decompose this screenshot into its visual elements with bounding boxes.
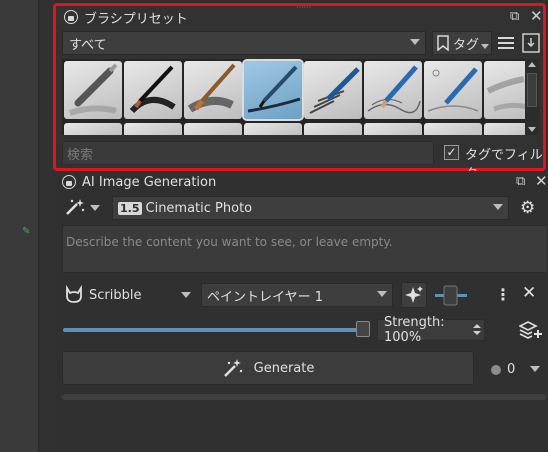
close-icon[interactable]: ✕ xyxy=(535,172,548,190)
queue-indicator[interactable]: 0 xyxy=(491,362,515,377)
remove-control-icon[interactable]: ✕ xyxy=(522,283,536,303)
scroll-thumb[interactable] xyxy=(527,73,537,107)
lock-icon[interactable] xyxy=(64,10,78,24)
strength-value: Strength: 100% xyxy=(384,315,445,345)
scroll-down-icon[interactable] xyxy=(528,127,536,132)
model-version-badge: 1.5 xyxy=(118,201,142,215)
prompt-input[interactable]: Describe the content you want to see, or… xyxy=(62,225,548,273)
brush-preset-tile[interactable] xyxy=(424,123,482,135)
brush-preset-tile[interactable] xyxy=(304,123,362,135)
bookmark-icon xyxy=(437,35,449,51)
close-icon[interactable]: ✕ xyxy=(530,7,543,25)
prompt-placeholder: Describe the content you want to see, or… xyxy=(66,235,393,249)
chevron-down-icon[interactable] xyxy=(181,292,191,298)
brush-preset-tile[interactable] xyxy=(424,61,482,119)
settings-gear-icon[interactable]: ⚙ xyxy=(520,198,535,218)
brush-preset-tile[interactable] xyxy=(304,61,362,119)
ai-image-generation-panel: AI Image Generation ⧉ ✕ 1.5 Cinematic Ph… xyxy=(55,171,548,452)
brush-preset-tile[interactable] xyxy=(184,61,242,119)
control-strength-icon[interactable] xyxy=(435,283,467,313)
lock-icon[interactable] xyxy=(62,175,76,189)
panel-title: AI Image Generation xyxy=(82,174,217,190)
brush-presets-panel: ······ ブラシプリセット ⧉ ✕ すべて タグ 検索 ✓ タグでフィル xyxy=(53,3,546,182)
control-mode-label[interactable]: Scribble xyxy=(89,288,141,303)
strength-slider-track[interactable] xyxy=(63,328,359,332)
panel-title: ブラシプリセット xyxy=(84,11,188,27)
search-placeholder: 検索 xyxy=(67,147,94,163)
tag-button-label: タグ xyxy=(453,37,480,53)
layer-combo[interactable]: ペイントレイヤー 1 xyxy=(201,283,393,307)
layer-combo-value: ペイントレイヤー 1 xyxy=(207,289,324,305)
canvas-area[interactable]: ✎ xyxy=(0,0,38,452)
brush-preset-tile[interactable] xyxy=(124,61,182,119)
brush-preset-tile-selected[interactable] xyxy=(242,59,304,121)
strength-spinbox[interactable]: Strength: 100% xyxy=(377,315,485,345)
brush-preset-tile[interactable] xyxy=(124,123,182,135)
filter-combo-value: すべて xyxy=(69,37,107,53)
ai-panel-titlebar: AI Image Generation ⧉ ✕ xyxy=(55,171,548,193)
brush-preset-tile[interactable] xyxy=(64,61,122,119)
chevron-down-icon[interactable] xyxy=(90,205,100,211)
scribble-mode-icon xyxy=(64,284,84,309)
menu-icon[interactable] xyxy=(498,36,514,54)
generate-control-button[interactable] xyxy=(401,282,427,308)
brush-preset-tile[interactable] xyxy=(244,123,302,135)
float-icon[interactable]: ⧉ xyxy=(516,174,525,189)
queue-count: 0 xyxy=(507,362,516,377)
chevron-down-icon xyxy=(493,204,503,210)
float-icon[interactable]: ⧉ xyxy=(510,9,519,24)
drag-handle-icon[interactable]: ······ xyxy=(296,3,311,12)
brush-preset-tile[interactable] xyxy=(364,61,422,119)
filter-combo[interactable]: すべて xyxy=(62,31,426,55)
chevron-down-icon[interactable] xyxy=(530,366,540,372)
spin-arrows-icon[interactable] xyxy=(473,324,481,335)
style-combo-value: Cinematic Photo xyxy=(145,200,253,216)
chevron-down-icon xyxy=(377,291,387,297)
search-input[interactable]: 検索 xyxy=(62,141,434,165)
sparkle-icon xyxy=(405,286,423,303)
add-layers-icon[interactable] xyxy=(518,319,543,345)
scroll-up-icon[interactable] xyxy=(528,62,536,67)
chevron-down-icon xyxy=(410,39,420,45)
expand-view-icon[interactable] xyxy=(522,33,540,57)
brush-preset-tile[interactable] xyxy=(184,123,242,135)
tag-filter-checkbox[interactable]: ✓ xyxy=(444,145,459,160)
brush-preset-grid[interactable] xyxy=(62,59,532,135)
cursor-mark-icon: ✎ xyxy=(22,226,31,237)
generation-progress-bar xyxy=(62,394,546,400)
generate-button[interactable]: Generate xyxy=(62,351,474,385)
tag-button[interactable]: タグ xyxy=(432,31,492,55)
strength-slider-handle[interactable] xyxy=(356,321,370,337)
chevron-down-icon xyxy=(481,44,489,49)
brush-preset-tile[interactable] xyxy=(364,123,422,135)
magic-wand-icon xyxy=(223,359,242,377)
magic-wand-icon[interactable] xyxy=(64,197,86,221)
more-options-icon[interactable]: ⋮ xyxy=(495,285,511,305)
generate-label: Generate xyxy=(253,360,315,376)
queue-status-icon xyxy=(491,364,501,375)
brush-grid-scrollbar[interactable] xyxy=(525,59,539,135)
style-combo[interactable]: 1.5 Cinematic Photo xyxy=(112,196,509,220)
brush-preset-tile[interactable] xyxy=(64,123,122,135)
